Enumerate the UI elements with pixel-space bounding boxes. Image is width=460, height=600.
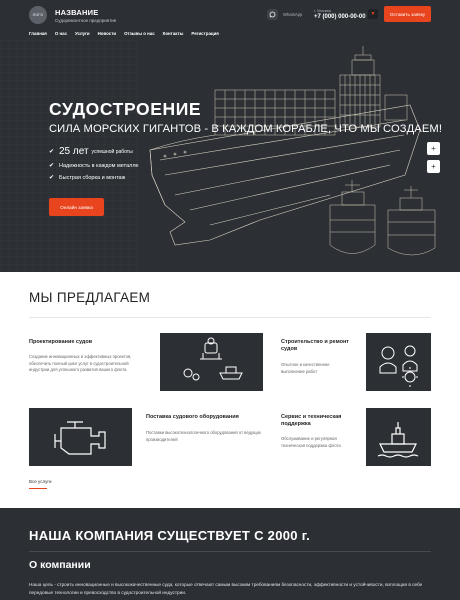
- service-title[interactable]: Проектирование судов: [29, 339, 149, 346]
- plus-icon[interactable]: +: [427, 160, 440, 173]
- divider: [29, 551, 431, 552]
- hero-subtitle: СИЛА МОРСКИХ ГИГАНТОВ - В КАЖДОМ КОРАБЛЕ…: [49, 123, 443, 135]
- ship-design-icon[interactable]: [160, 333, 263, 391]
- plus-icon[interactable]: +: [427, 142, 440, 155]
- section-title: МЫ ПРЕДЛАГАЕМ: [29, 290, 151, 305]
- bullet-text: успешной работы: [91, 148, 133, 155]
- bullet-highlight: 25 лет: [59, 146, 89, 157]
- hero-bullet: ✔ Быстрая сборка и монтаж: [49, 174, 139, 182]
- tugboat-icon[interactable]: [366, 408, 431, 466]
- service-desc: Обслуживание и регулярная техническая по…: [281, 436, 341, 448]
- link-underline: [29, 488, 47, 489]
- service-desc: Создание инновационных и эффективных про…: [29, 354, 132, 372]
- checkmark-icon: ✔: [49, 163, 55, 169]
- hero-title: СУДОСТРОЕНИЕ: [49, 99, 202, 119]
- engine-icon[interactable]: [29, 408, 132, 466]
- hero-bullets: ✔ 25 лет успешной работы ✔ Надежность в …: [49, 146, 139, 186]
- bullet-text: Надежность в каждом металле: [59, 162, 139, 169]
- service-title[interactable]: Поставка судового оборудования: [146, 414, 266, 421]
- service-title[interactable]: Сервис и техническая поддержка: [281, 414, 361, 428]
- hero-section: ЛОГО НАЗВАНИЕ Судоремонтное предприятие …: [0, 0, 460, 272]
- divider: [29, 317, 431, 318]
- online-request-button[interactable]: Онлайн заявка: [49, 198, 104, 216]
- all-services-link[interactable]: Все услуги: [29, 479, 52, 484]
- bullet-text: Быстрая сборка и монтаж: [59, 174, 126, 181]
- service-desc: Опытное и качественное выполнение работ: [281, 362, 330, 374]
- hero-bullet: ✔ Надежность в каждом металле: [49, 162, 139, 170]
- about-heading: НАША КОМПАНИЯ СУЩЕСТВУЕТ С 2000 г.: [29, 528, 311, 543]
- about-section: НАША КОМПАНИЯ СУЩЕСТВУЕТ С 2000 г. О ком…: [0, 508, 460, 600]
- about-text: Наша цель - строить инновационные и высо…: [29, 582, 423, 595]
- ship-blueprint-illustration: [149, 46, 436, 256]
- ship-repair-icon[interactable]: [366, 333, 431, 391]
- checkmark-icon: ✔: [49, 149, 55, 155]
- service-title[interactable]: Строительство и ремонт судов: [281, 339, 361, 353]
- about-subheading: О компании: [29, 559, 91, 571]
- checkmark-icon: ✔: [49, 175, 55, 181]
- hero-bullet: ✔ 25 лет успешной работы: [49, 146, 139, 157]
- service-desc: Поставки высокотехнологичного оборудован…: [146, 430, 262, 442]
